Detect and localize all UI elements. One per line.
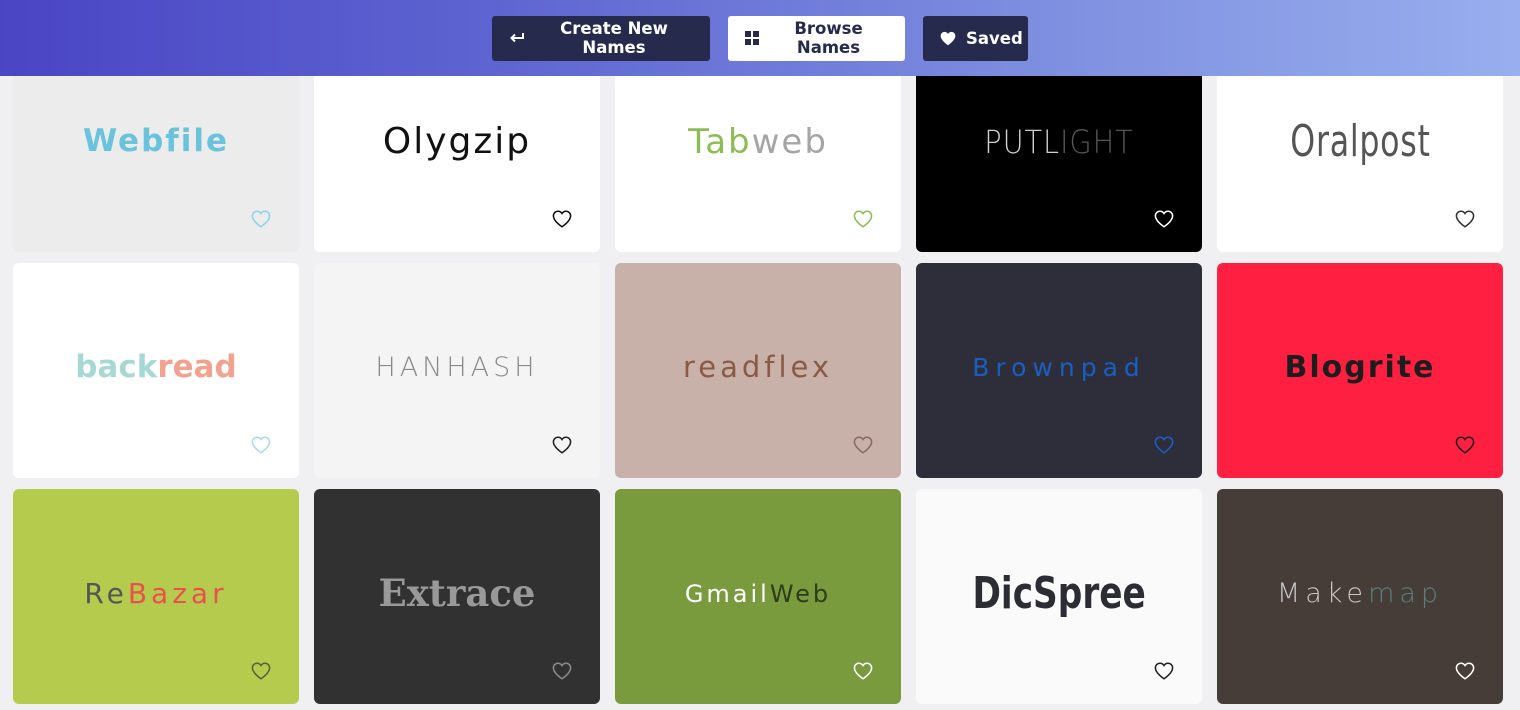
name-text: Extrace xyxy=(378,571,536,615)
heart-icon[interactable] xyxy=(1455,662,1475,680)
name-text-part1: Gmail xyxy=(684,579,770,608)
heart-icon[interactable] xyxy=(251,662,271,680)
name-text: DicSpree xyxy=(972,567,1146,619)
heart-icon[interactable] xyxy=(251,436,271,454)
name-text-part2: read xyxy=(157,349,237,385)
heart-icon[interactable] xyxy=(853,210,873,228)
browse-names-label: Browse Names xyxy=(794,19,863,57)
name-grid: Webfile Olygzip Tabweb PUTLIGHT Oralpost… xyxy=(0,0,1520,710)
saved-label: Saved xyxy=(966,28,1023,48)
name-text: readflex xyxy=(682,350,834,384)
saved-button[interactable]: Saved xyxy=(923,15,1028,61)
create-new-names-button[interactable]: Create New Names xyxy=(492,15,710,61)
name-card-extrace[interactable]: Extrace xyxy=(314,489,600,704)
name-card-rebazar[interactable]: ReBazar xyxy=(13,489,299,704)
name-text: Blogrite xyxy=(1284,349,1436,385)
name-card-makemap[interactable]: Makemap xyxy=(1217,489,1503,704)
heart-icon[interactable] xyxy=(552,662,572,680)
name-text: Oralpost xyxy=(1289,115,1431,167)
name-card-readflex[interactable]: readflex xyxy=(615,263,901,478)
name-text: PUTLIGHT xyxy=(984,126,1133,158)
return-arrow-icon xyxy=(509,30,525,46)
name-text-part1: Re xyxy=(84,576,128,610)
name-text-part1: Make xyxy=(1276,578,1369,609)
name-card-backread[interactable]: backread xyxy=(13,263,299,478)
grid-icon xyxy=(745,30,759,46)
name-text: Tabweb xyxy=(688,125,828,159)
name-text-part2: map xyxy=(1368,578,1444,609)
heart-icon[interactable] xyxy=(1154,662,1174,680)
name-card-dicspree[interactable]: DicSpree xyxy=(916,489,1202,704)
name-card-blogrite[interactable]: Blogrite xyxy=(1217,263,1503,478)
name-card-gmailweb[interactable]: GmailWeb xyxy=(615,489,901,704)
name-text-part2: Web xyxy=(769,579,832,608)
name-text-part1: Tab xyxy=(688,121,752,162)
name-text: GmailWeb xyxy=(685,582,831,606)
name-card-brownpad[interactable]: Brownpad xyxy=(916,263,1202,478)
create-new-names-label: Create New Names xyxy=(560,19,668,57)
browse-names-button[interactable]: Browse Names xyxy=(728,15,905,61)
heart-filled-icon xyxy=(940,30,956,46)
heart-icon[interactable] xyxy=(853,662,873,680)
heart-icon[interactable] xyxy=(1154,436,1174,454)
heart-icon[interactable] xyxy=(1154,210,1174,228)
heart-icon[interactable] xyxy=(1455,210,1475,228)
heart-icon[interactable] xyxy=(251,210,271,228)
name-text: Webfile xyxy=(82,123,230,159)
name-text: HANHASH xyxy=(375,352,539,383)
name-text-part1: PUTL xyxy=(984,122,1061,161)
name-text: Makemap xyxy=(1277,580,1443,607)
name-text: backread xyxy=(75,352,237,383)
name-text: Brownpad xyxy=(972,353,1146,382)
name-text-part1: back xyxy=(75,349,158,385)
name-text-part2: Bazar xyxy=(127,576,228,610)
heart-icon[interactable] xyxy=(853,436,873,454)
heart-icon[interactable] xyxy=(552,210,572,228)
name-card-hanhash[interactable]: HANHASH xyxy=(314,263,600,478)
heart-icon[interactable] xyxy=(552,436,572,454)
name-text-part2: web xyxy=(751,121,828,162)
heart-icon[interactable] xyxy=(1455,436,1475,454)
name-text: Olygzip xyxy=(382,120,532,162)
name-text-part2: IGHT xyxy=(1060,122,1134,161)
top-nav-bar: Create New Names Browse Names Saved xyxy=(0,0,1520,76)
name-text: ReBazar xyxy=(84,576,228,610)
